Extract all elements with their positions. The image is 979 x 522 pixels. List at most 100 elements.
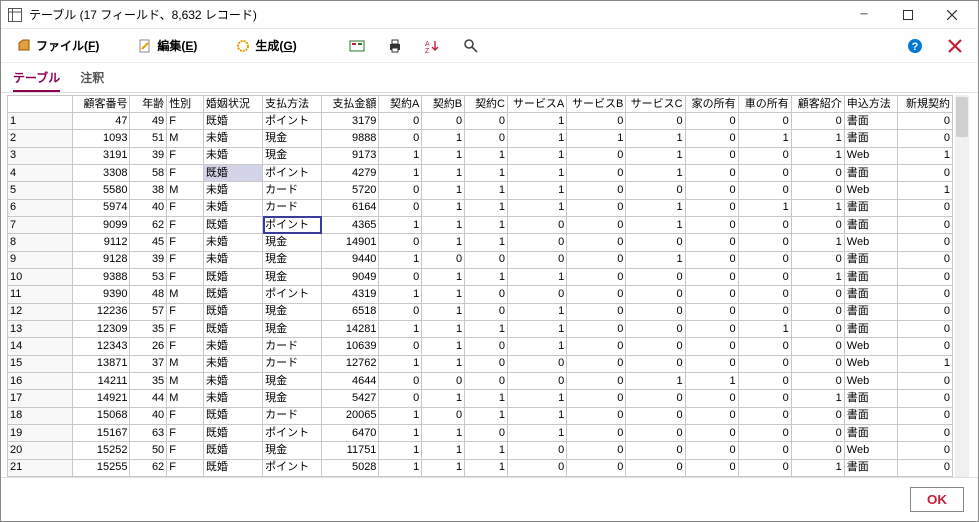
column-header[interactable]: サービスB (567, 96, 626, 113)
row-number-cell[interactable]: 1 (8, 113, 73, 130)
cell[interactable]: Web (844, 442, 897, 459)
cell[interactable]: 現金 (263, 251, 322, 268)
cell[interactable]: 1 (422, 338, 465, 355)
cell[interactable]: 0 (626, 338, 685, 355)
cell[interactable]: 0 (567, 199, 626, 216)
cell[interactable]: 1 (508, 338, 567, 355)
cell[interactable]: 1 (379, 442, 422, 459)
cell[interactable]: 現金 (263, 303, 322, 320)
table-row[interactable]: 14749F既婚ポイント3179000100000書面0 (8, 113, 953, 130)
cell[interactable]: 0 (567, 355, 626, 372)
cell[interactable]: Web (844, 355, 897, 372)
cell[interactable]: 5580 (73, 182, 130, 199)
cell[interactable]: 39 (130, 251, 167, 268)
cell[interactable]: 未婚 (203, 251, 262, 268)
cell[interactable]: 1 (422, 355, 465, 372)
cell[interactable]: 既婚 (203, 286, 262, 303)
cell[interactable]: 1 (465, 407, 508, 424)
cell[interactable]: 書面 (844, 130, 897, 147)
cell[interactable]: 0 (685, 216, 738, 233)
cell[interactable]: 44 (130, 390, 167, 407)
cell[interactable]: F (167, 234, 204, 251)
cell[interactable]: 現金 (263, 268, 322, 285)
cell[interactable]: 3179 (322, 113, 379, 130)
cell[interactable]: 0 (567, 372, 626, 389)
column-header[interactable]: 性別 (167, 96, 204, 113)
cell[interactable]: 4279 (322, 164, 379, 181)
cell[interactable]: 0 (626, 407, 685, 424)
cell[interactable]: 0 (738, 442, 791, 459)
cell[interactable]: 書面 (844, 216, 897, 233)
cell[interactable]: 0 (379, 199, 422, 216)
cell[interactable]: 12762 (322, 355, 379, 372)
cell[interactable]: 書面 (844, 407, 897, 424)
cell[interactable]: 0 (685, 320, 738, 337)
row-number-cell[interactable]: 10 (8, 268, 73, 285)
cell[interactable]: 0 (465, 338, 508, 355)
cell[interactable]: 1 (422, 268, 465, 285)
cell[interactable]: Web (844, 147, 897, 164)
cell[interactable]: 15068 (73, 407, 130, 424)
cell[interactable]: 63 (130, 424, 167, 441)
cell[interactable]: 1 (508, 199, 567, 216)
cell[interactable]: 1 (508, 182, 567, 199)
cell[interactable]: 4644 (322, 372, 379, 389)
cell[interactable]: 15252 (73, 442, 130, 459)
cell[interactable]: 0 (897, 216, 952, 233)
cell[interactable]: 現金 (263, 320, 322, 337)
cell[interactable]: 1 (465, 182, 508, 199)
cell[interactable]: 15167 (73, 424, 130, 441)
table-row[interactable]: 151387137M未婚カード12762110000000Web1 (8, 355, 953, 372)
column-header[interactable]: 婚姻状況 (203, 96, 262, 113)
cell[interactable]: 0 (379, 338, 422, 355)
cell[interactable]: F (167, 442, 204, 459)
cell[interactable]: 9173 (322, 147, 379, 164)
cell[interactable]: 38 (130, 182, 167, 199)
column-header[interactable]: 契約C (465, 96, 508, 113)
edit-menu-button[interactable]: 編集(E) (128, 33, 206, 59)
cell[interactable]: 1 (791, 199, 844, 216)
cell[interactable]: 0 (567, 268, 626, 285)
cell[interactable]: 0 (738, 147, 791, 164)
cell[interactable]: 40 (130, 199, 167, 216)
cell[interactable]: M (167, 355, 204, 372)
cell[interactable]: 0 (508, 234, 567, 251)
cell[interactable]: 0 (508, 216, 567, 233)
cell[interactable]: 1 (508, 407, 567, 424)
cell[interactable]: 0 (508, 372, 567, 389)
cell[interactable]: 0 (897, 286, 952, 303)
column-header[interactable]: 家の所有 (685, 96, 738, 113)
table-row[interactable]: 8911245F未婚現金14901011000001Web0 (8, 234, 953, 251)
table-row[interactable]: 131230935F既婚現金14281111100010書面0 (8, 320, 953, 337)
row-number-cell[interactable]: 21 (8, 459, 73, 476)
cell[interactable]: ポイント (263, 113, 322, 130)
cell[interactable]: 未婚 (203, 182, 262, 199)
table-row[interactable]: 9912839F未婚現金9440100001000書面0 (8, 251, 953, 268)
cell[interactable]: 57 (130, 303, 167, 320)
cell[interactable]: 9049 (322, 268, 379, 285)
search-button[interactable] (454, 33, 488, 59)
window-minimize-button[interactable]: ─ (842, 1, 886, 29)
cell[interactable]: 1 (508, 268, 567, 285)
cell[interactable]: 0 (465, 130, 508, 147)
cell[interactable]: 1 (897, 182, 952, 199)
cell[interactable]: 1 (422, 286, 465, 303)
cell[interactable]: 現金 (263, 130, 322, 147)
cell[interactable]: 書面 (844, 303, 897, 320)
cell[interactable]: 1 (465, 234, 508, 251)
cell[interactable]: 1 (422, 390, 465, 407)
cell[interactable]: 書面 (844, 164, 897, 181)
table-row[interactable]: 141234326F未婚カード10639010100000Web0 (8, 338, 953, 355)
cell[interactable]: 0 (567, 407, 626, 424)
cell[interactable]: 書面 (844, 390, 897, 407)
cell[interactable]: M (167, 182, 204, 199)
cell[interactable]: 0 (567, 338, 626, 355)
cell[interactable]: ポイント (263, 216, 322, 233)
cell[interactable]: 14211 (73, 372, 130, 389)
cell[interactable]: F (167, 147, 204, 164)
column-header[interactable]: 顧客番号 (73, 96, 130, 113)
cell[interactable]: 1 (465, 216, 508, 233)
cell[interactable]: 1 (379, 216, 422, 233)
cell[interactable]: 既婚 (203, 459, 262, 476)
cell[interactable]: 0 (567, 303, 626, 320)
